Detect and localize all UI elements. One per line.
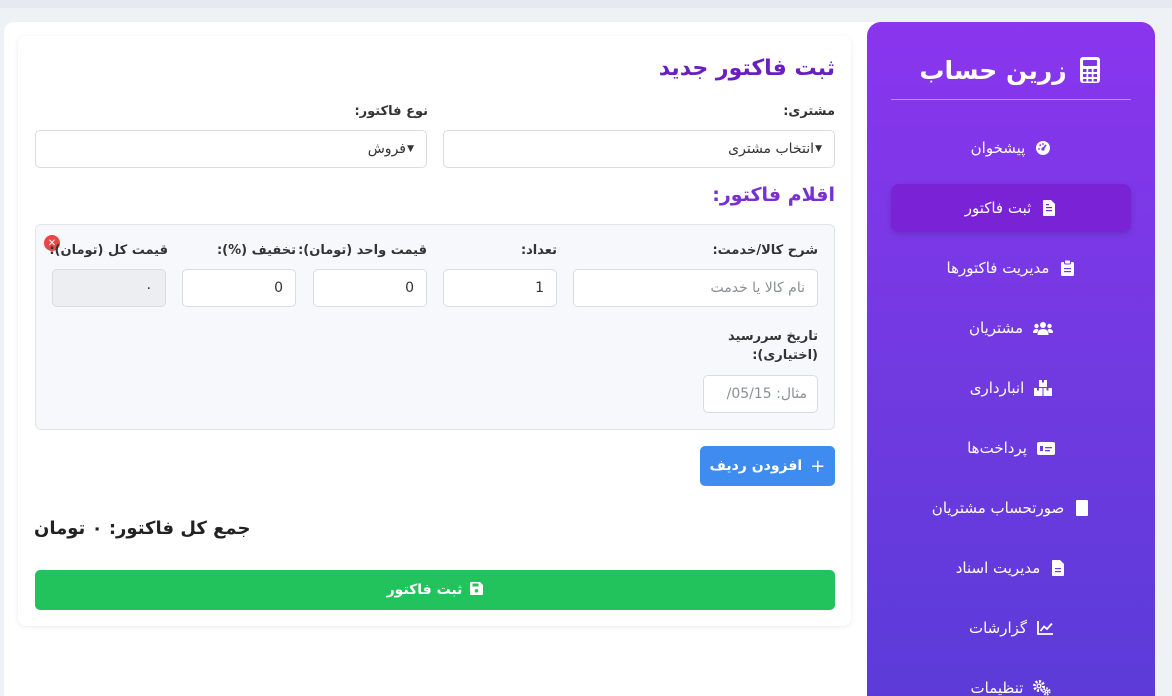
- invoice-icon: [1041, 200, 1057, 216]
- description-label: شرح کالا/خدمت:: [712, 243, 818, 258]
- sidebar-item-label: تنظیمات: [970, 679, 1024, 696]
- calculator-icon: [1077, 55, 1103, 85]
- sidebar-item-manage-invoices[interactable]: مدیریت فاکتورها: [891, 244, 1131, 292]
- sidebar-item-label: پرداخت‌ها: [967, 439, 1027, 457]
- sidebar-item-customers[interactable]: مشتریان: [891, 304, 1131, 352]
- app-title: زرین حساب: [919, 55, 1067, 85]
- window-top-strip: [0, 0, 1172, 8]
- discount-input[interactable]: 0: [182, 269, 296, 307]
- submit-invoice-button[interactable]: ثبت فاکتور: [35, 570, 835, 610]
- chart-icon: [1037, 620, 1054, 636]
- document-icon: [1050, 560, 1066, 576]
- chevron-down-icon: ▼: [407, 144, 414, 154]
- sidebar-item-label: مشتریان: [969, 319, 1023, 337]
- invoice-type-label: نوع فاکتور:: [354, 104, 428, 119]
- sidebar-item-label: پیشخوان: [970, 139, 1026, 157]
- due-date-label: تاریخ سررسید (اختیاری):: [658, 327, 818, 365]
- gears-icon: [1033, 680, 1052, 696]
- sidebar-item-label: مدیریت اسناد: [955, 559, 1041, 577]
- invoice-type-value: فروش: [367, 141, 406, 157]
- invoice-item-row: ✕ شرح کالا/خدمت: نام کالا یا خدمت تعداد:…: [35, 224, 835, 430]
- sidebar-item-customer-statements[interactable]: صورتحساب مشتریان: [891, 484, 1131, 532]
- sidebar-item-label: صورتحساب مشتریان: [931, 499, 1065, 517]
- dashboard-icon: [1035, 140, 1051, 156]
- boxes-icon: [1034, 380, 1053, 396]
- sidebar-nav: پیشخوان ثبت فاکتور مدیریت فاکتورها مشتری…: [891, 124, 1131, 696]
- users-icon: [1033, 320, 1053, 336]
- sidebar: زرین حساب پیشخوان ثبت فاکتور مدیریت فاکت…: [867, 22, 1155, 696]
- clipboard-icon: [1059, 260, 1075, 276]
- discount-label: تخفیف (%):: [216, 243, 296, 258]
- customer-label: مشتری:: [783, 104, 835, 119]
- sidebar-item-settings[interactable]: تنظیمات: [891, 664, 1131, 696]
- sidebar-item-documents[interactable]: مدیریت اسناد: [891, 544, 1131, 592]
- add-row-label: افزودن ردیف: [709, 458, 803, 474]
- sidebar-item-label: انبارداری: [969, 379, 1025, 397]
- items-section-title: اقلام فاکتور:: [712, 184, 835, 206]
- unit-price-label: قیمت واحد (تومان):: [298, 243, 427, 258]
- page-title: ثبت فاکتور جدید: [658, 56, 835, 81]
- sidebar-item-label: ثبت فاکتور: [964, 199, 1032, 217]
- customer-select-value: انتخاب مشتری: [728, 141, 814, 157]
- chevron-down-icon: ▼: [815, 144, 822, 154]
- sidebar-divider: [891, 99, 1131, 100]
- card-icon: [1036, 440, 1055, 456]
- line-total-output: ۰: [52, 269, 166, 307]
- due-date-input[interactable]: مثال: 05/15/: [703, 375, 818, 413]
- sidebar-item-dashboard[interactable]: پیشخوان: [891, 124, 1131, 172]
- invoice-form-card: ثبت فاکتور جدید مشتری: ▼ انتخاب مشتری نو…: [18, 36, 851, 626]
- plus-icon: +: [810, 455, 826, 477]
- unit-price-input[interactable]: 0: [313, 269, 427, 307]
- line-total-label: قیمت کل (تومان):: [49, 243, 168, 258]
- sidebar-item-label: گزارشات: [968, 619, 1028, 637]
- quantity-input[interactable]: 1: [443, 269, 557, 307]
- description-input[interactable]: نام کالا یا خدمت: [573, 269, 818, 307]
- sidebar-item-reports[interactable]: گزارشات: [891, 604, 1131, 652]
- grand-total: جمع کل فاکتور: ۰ تومان: [34, 518, 251, 539]
- sidebar-item-new-invoice[interactable]: ثبت فاکتور: [891, 184, 1131, 232]
- save-icon: [470, 581, 484, 599]
- brand: زرین حساب: [891, 42, 1131, 98]
- sidebar-item-warehouse[interactable]: انبارداری: [891, 364, 1131, 412]
- due-date-label-line1: تاریخ سررسید: [728, 329, 818, 344]
- sidebar-item-label: مدیریت فاکتورها: [946, 259, 1050, 277]
- due-date-label-line2: (اختیاری):: [752, 348, 818, 363]
- receipt-icon: [1074, 500, 1090, 516]
- invoice-type-select[interactable]: ▼ فروش: [35, 130, 427, 168]
- sidebar-item-payments[interactable]: پرداخت‌ها: [891, 424, 1131, 472]
- submit-invoice-label: ثبت فاکتور: [386, 582, 463, 598]
- quantity-label: تعداد:: [520, 243, 557, 258]
- add-row-button[interactable]: + افزودن ردیف: [700, 446, 835, 486]
- customer-select[interactable]: ▼ انتخاب مشتری: [443, 130, 835, 168]
